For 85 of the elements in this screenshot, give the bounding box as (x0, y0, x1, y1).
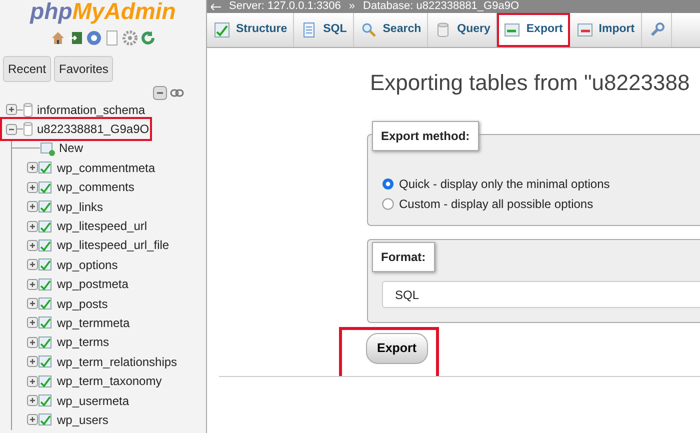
table-icon (38, 296, 53, 312)
expand-icon[interactable] (27, 356, 38, 368)
table-icon (38, 218, 53, 234)
sidebar-tab[interactable]: Favorites (54, 56, 114, 82)
table-item[interactable]: wp_commentmeta (57, 158, 156, 177)
expand-icon[interactable] (27, 259, 38, 270)
table-item[interactable]: wp_litespeed_url (57, 217, 148, 236)
expand-icon[interactable] (27, 220, 38, 232)
database-icon (23, 102, 33, 118)
export-icon (504, 22, 520, 38)
expand-icon[interactable] (27, 376, 38, 387)
table-item[interactable]: wp_postmeta (57, 275, 128, 294)
table-item[interactable]: wp_links (57, 198, 104, 216)
table-item[interactable]: wp_litespeed_url_file (57, 236, 170, 254)
table-icon (38, 257, 53, 272)
radio-option[interactable]: Custom - display all possible options (382, 195, 700, 214)
database-icon (435, 22, 452, 38)
expand-icon[interactable] (27, 298, 38, 310)
fieldset-legend: Format: (372, 242, 435, 272)
back-arrow-icon[interactable] (211, 2, 221, 10)
expand-icon[interactable] (27, 278, 38, 290)
server-link[interactable]: Server: 127.0.0.1:3306 (229, 0, 341, 13)
tab[interactable]: Import (570, 13, 642, 47)
expand-icon[interactable] (27, 240, 38, 251)
table-icon (38, 315, 53, 330)
table-item[interactable]: wp_users (57, 410, 108, 429)
expand-icon[interactable] (27, 317, 38, 328)
sidebar-tab[interactable]: Recent (3, 56, 52, 82)
fieldset-legend: Export method: (372, 121, 479, 152)
line-connector (17, 128, 23, 130)
tab[interactable]: Export (497, 13, 570, 47)
new-item[interactable]: New (59, 139, 84, 158)
table-item[interactable]: wp_posts (57, 294, 108, 313)
expand-icon[interactable] (27, 395, 38, 406)
table-icon (38, 199, 53, 214)
database-item[interactable]: u822338881_G9a9O (37, 120, 150, 138)
radio-option[interactable]: Quick - display only the minimal options (382, 175, 700, 194)
expand-icon[interactable] (27, 336, 38, 348)
expand-icon[interactable] (27, 414, 38, 426)
radio-button[interactable] (382, 178, 394, 190)
table-icon (38, 412, 53, 428)
table-item[interactable]: wp_options (57, 256, 118, 274)
gear-icon[interactable] (122, 30, 138, 46)
table-item[interactable]: wp_terms (57, 333, 110, 352)
expand-icon[interactable] (27, 201, 38, 212)
database-link[interactable]: Database: u822338881_G9a9O (363, 0, 520, 13)
page-heading: Exporting tables from "u8223388 (370, 70, 691, 96)
wrench-icon (648, 22, 665, 38)
collapse-icon[interactable] (6, 124, 17, 135)
expand-icon[interactable] (27, 182, 38, 193)
tab[interactable]: SQL (294, 13, 354, 47)
logo: phpMyAdmin (28, 0, 177, 24)
table-item[interactable]: wp_comments (57, 178, 134, 196)
structure-icon (214, 22, 230, 38)
table-item[interactable]: wp_term_taxonomy (57, 372, 162, 390)
separator: » (348, 0, 356, 13)
table-item[interactable]: wp_term_relationships (57, 352, 178, 371)
table-item[interactable]: wp_termmeta (57, 314, 130, 332)
tab[interactable]: Structure (207, 13, 294, 47)
table-icon (38, 180, 53, 195)
table-icon (38, 374, 53, 389)
line-connector (17, 108, 23, 111)
collapse-all-icon[interactable] (153, 86, 167, 100)
new-table-icon[interactable] (40, 140, 55, 156)
exit-icon[interactable] (68, 30, 84, 46)
tab[interactable]: Search (354, 13, 428, 47)
table-icon (38, 354, 53, 370)
table-icon (38, 276, 53, 292)
reload-icon[interactable] (140, 30, 156, 46)
database-icon (23, 121, 33, 138)
import-icon (576, 22, 593, 38)
expand-icon[interactable] (6, 104, 17, 116)
home-icon[interactable] (50, 30, 66, 46)
table-item[interactable]: wp_usermeta (57, 392, 130, 410)
table-icon (38, 238, 53, 253)
expand-icon[interactable] (27, 162, 38, 174)
table-icon (38, 334, 53, 350)
export-button[interactable]: Export (366, 333, 428, 364)
table-icon (38, 393, 53, 408)
database-item[interactable]: information_schema (37, 100, 146, 119)
script-icon (301, 22, 318, 38)
format-select[interactable]: SQL (382, 281, 700, 308)
search-icon (360, 22, 377, 38)
radio-button[interactable] (382, 198, 394, 210)
table-icon (38, 160, 53, 176)
